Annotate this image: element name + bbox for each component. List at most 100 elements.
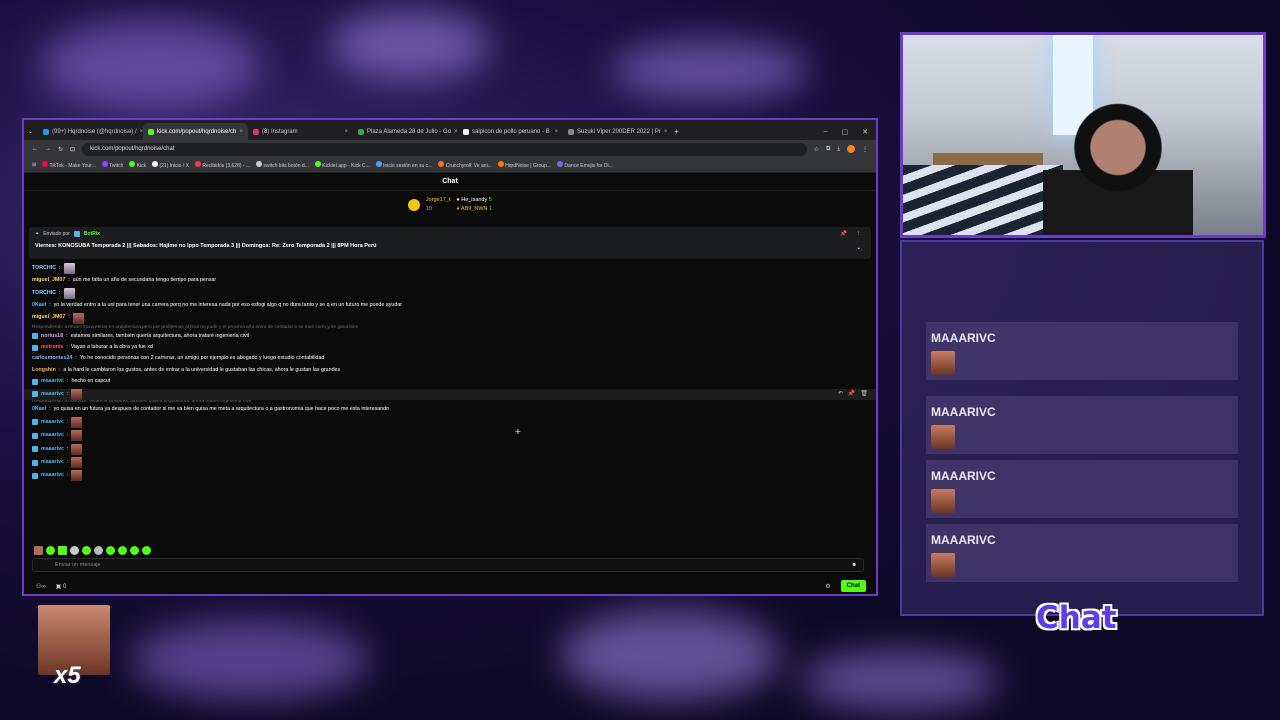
emote-icon[interactable] bbox=[142, 546, 151, 555]
bookmark-item[interactable]: Recibidos (3,628) - ... bbox=[194, 161, 250, 169]
chat-username[interactable]: maaarivc bbox=[41, 472, 64, 478]
bookmark-item[interactable]: switch bits botón d... bbox=[256, 161, 309, 169]
chat-username[interactable]: Longshin bbox=[32, 367, 56, 373]
site-info-icon[interactable]: ⊡ bbox=[70, 146, 75, 153]
chat-message[interactable]: maaarivc: bbox=[32, 430, 868, 442]
chat-username[interactable]: metronis bbox=[41, 344, 63, 350]
chat-username[interactable]: maaarivc bbox=[41, 446, 64, 452]
browser-tab[interactable]: (99+) Hqrdnoise (@hqrdnoise) / × bbox=[38, 123, 143, 140]
leaderboard-first[interactable]: Jorge17_t 10 bbox=[426, 197, 450, 227]
chat-username[interactable]: TORCHIC bbox=[32, 265, 56, 271]
pinned-message[interactable]: ✦ Enviado por BotRix Viernes: KONOSUBA T… bbox=[29, 227, 871, 259]
chat-message[interactable]: maaarivc: bbox=[32, 470, 868, 482]
bookmark-item[interactable]: Twitch bbox=[101, 161, 123, 169]
emote-icon[interactable] bbox=[82, 546, 91, 555]
tab-list-dropdown-icon[interactable]: ⌄ bbox=[28, 128, 38, 135]
new-tab-icon[interactable]: + bbox=[668, 127, 685, 140]
chat-message[interactable]: miguel_JM07: bbox=[32, 312, 868, 324]
close-tab-icon[interactable]: × bbox=[344, 129, 348, 135]
apps-icon[interactable]: ⊞ bbox=[32, 162, 36, 168]
browser-tab[interactable]: kick.com/popout/hqrdnoise/ch × bbox=[143, 123, 248, 140]
bookmark-item[interactable]: (21) Inicio / X bbox=[152, 161, 189, 169]
chat-message[interactable]: maaarivc: ↶ 📌 🗑 bbox=[24, 388, 876, 400]
chevron-down-icon[interactable]: ⌄ bbox=[856, 245, 861, 251]
forward-icon[interactable]: → bbox=[45, 146, 51, 152]
reply-reference[interactable]: Respondiendo a norius18: estamos similar… bbox=[32, 399, 868, 405]
maximize-icon[interactable]: ▢ bbox=[842, 128, 849, 136]
back-icon[interactable]: ← bbox=[32, 146, 38, 152]
leaderboard-second-third[interactable]: ● He_isandy 5 ● ABII_NWN 1 bbox=[456, 197, 492, 227]
bookmark-item[interactable]: TikTok - Make Your... bbox=[42, 161, 96, 169]
chat-message[interactable]: 0Kael: yo quisa en un futura ya despues d… bbox=[32, 406, 868, 415]
chat-username[interactable]: 0Kael bbox=[32, 302, 46, 308]
more-options-icon[interactable]: ⋮ bbox=[856, 231, 862, 237]
delete-icon[interactable]: 🗑 bbox=[860, 391, 868, 397]
chat-username[interactable]: TORCHIC bbox=[32, 290, 56, 296]
chat-username[interactable]: carlosmontes24 bbox=[32, 356, 72, 362]
emote-icon[interactable] bbox=[118, 546, 127, 555]
chat-message[interactable]: carlosmontes24: Yo he conocido personas c… bbox=[32, 355, 868, 364]
chat-message[interactable]: maaarivc: bbox=[32, 457, 868, 469]
chat-username[interactable]: miguel_JM07 bbox=[32, 277, 65, 283]
chat-username[interactable]: maaarivc bbox=[41, 378, 64, 384]
emote-icon[interactable] bbox=[106, 546, 115, 555]
chat-username[interactable]: maaarivc bbox=[41, 432, 64, 438]
reply-reference[interactable]: Respondiendo a 0Kael: iba a entrar en ar… bbox=[32, 325, 868, 331]
gift-icon[interactable]: ▣ 0 bbox=[56, 583, 67, 590]
emoji-picker-icon[interactable]: ☻ bbox=[851, 562, 857, 568]
chat-message[interactable]: TORCHIC: bbox=[32, 287, 868, 299]
tab-title: Suzuki Viper 200DER 2022 | Pr bbox=[577, 128, 661, 135]
pin-message-icon[interactable]: 📌 bbox=[848, 391, 855, 397]
bookmark-item[interactable]: HqrdNoise | Group... bbox=[497, 161, 551, 169]
chat-username[interactable]: maaarivc bbox=[41, 419, 64, 425]
emote-icon[interactable] bbox=[94, 546, 103, 555]
extensions-icon[interactable]: ⧉ bbox=[826, 146, 830, 153]
chat-username[interactable]: miguel_JM07 bbox=[32, 315, 65, 321]
chat-message[interactable]: Longshin: a la hard le cambiaron los gust… bbox=[32, 366, 868, 375]
bookmark-item[interactable]: Dance Emojis for Di... bbox=[557, 161, 613, 169]
settings-gear-icon[interactable]: ⚙ bbox=[825, 583, 830, 590]
users-icon[interactable]: ⚇∞ bbox=[36, 583, 46, 590]
message-input[interactable]: Enviar un mensaje ☻ bbox=[32, 558, 864, 572]
browser-tab[interactable]: (8) Instagram × bbox=[248, 123, 353, 140]
emote-icon[interactable] bbox=[58, 546, 67, 555]
reply-icon[interactable]: ↶ bbox=[838, 391, 843, 397]
bookmark-item[interactable]: Crunchyroll: Ve ani... bbox=[438, 161, 492, 169]
close-tab-icon[interactable]: × bbox=[554, 129, 558, 135]
chat-username[interactable]: maaarivc bbox=[41, 459, 64, 465]
chat-message[interactable]: metronis: Vayan a laburar a la obra ya fu… bbox=[32, 343, 868, 352]
bookmark-item[interactable]: Kick bbox=[129, 161, 146, 169]
chat-username[interactable]: 0Kael bbox=[32, 407, 46, 413]
emote-icon[interactable] bbox=[46, 546, 55, 555]
menu-icon[interactable]: ⋮ bbox=[862, 146, 868, 153]
browser-tab[interactable]: Plaza Alameda 28 de Julio - Go × bbox=[353, 123, 458, 140]
chat-message[interactable]: maaarivc: hecho en capcut bbox=[32, 377, 868, 386]
send-chat-button[interactable]: Chat bbox=[840, 580, 866, 592]
bookmark-star-icon[interactable]: ☆ bbox=[814, 146, 819, 153]
chat-message[interactable]: maaarivc: bbox=[32, 416, 868, 428]
close-tab-icon[interactable]: × bbox=[239, 129, 243, 135]
minimize-icon[interactable]: – bbox=[824, 128, 828, 136]
chat-message[interactable]: maaarivc: bbox=[32, 443, 868, 455]
close-window-icon[interactable]: ✕ bbox=[862, 128, 868, 136]
profile-avatar[interactable] bbox=[847, 145, 855, 153]
unpin-icon[interactable]: 📌 bbox=[840, 231, 847, 237]
chat-message[interactable]: TORCHIC: bbox=[32, 263, 868, 274]
chat-message[interactable]: miguel_JM07: aún me falta un año de secun… bbox=[32, 276, 868, 285]
close-tab-icon[interactable]: × bbox=[664, 129, 668, 135]
bookmark-item[interactable]: Inicie sesión en su c... bbox=[375, 161, 432, 169]
chat-message[interactable]: norius18: estamos similares, también quer… bbox=[32, 332, 868, 341]
browser-tab[interactable]: Suzuki Viper 200DER 2022 | Pr × bbox=[563, 123, 668, 140]
url-input[interactable]: kick.com/popout/hqrdnoise/chat bbox=[82, 142, 807, 156]
chat-username[interactable]: maaarivc bbox=[41, 391, 64, 397]
emote-icon[interactable] bbox=[130, 546, 139, 555]
browser-tab[interactable]: salpicon de pollo peruano - B × bbox=[458, 123, 563, 140]
chat-username[interactable]: norius18 bbox=[41, 333, 63, 339]
bookmark-item[interactable]: Kicklet.app - Kick C... bbox=[314, 161, 370, 169]
emote-icon[interactable] bbox=[34, 546, 43, 555]
reload-icon[interactable]: ↻ bbox=[58, 146, 63, 153]
favicon-icon bbox=[253, 128, 259, 135]
chat-message[interactable]: 0Kael: yo la verdad entro a la uni para t… bbox=[32, 301, 868, 310]
download-icon[interactable]: ⤓ bbox=[837, 146, 840, 153]
emote-icon[interactable] bbox=[70, 546, 79, 555]
